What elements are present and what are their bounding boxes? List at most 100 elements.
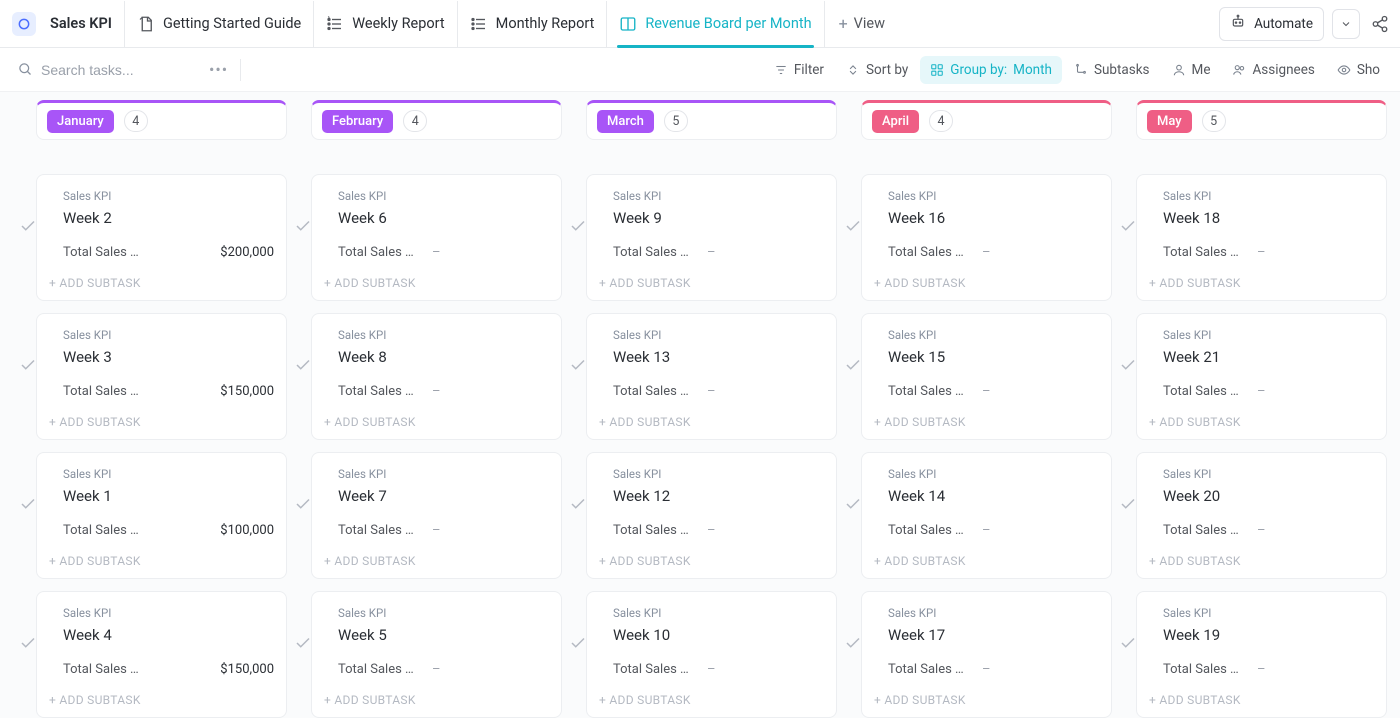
tab-monthly-report[interactable]: Monthly Report bbox=[458, 1, 608, 47]
cards-list: Sales KPIWeek 2Total Sales …$200,000+ AD… bbox=[36, 174, 287, 718]
add-subtask-button[interactable]: + ADD SUBTASK bbox=[874, 270, 1099, 290]
task-card[interactable]: Sales KPIWeek 21Total Sales …–+ ADD SUBT… bbox=[1136, 313, 1387, 440]
me-button[interactable]: Me bbox=[1162, 56, 1221, 84]
month-pill[interactable]: April bbox=[872, 110, 919, 133]
cards-list: Sales KPIWeek 9Total Sales …–+ ADD SUBTA… bbox=[586, 174, 837, 718]
automate-button[interactable]: Automate bbox=[1219, 7, 1324, 41]
check-icon[interactable] bbox=[569, 217, 587, 239]
task-card[interactable]: Sales KPIWeek 20Total Sales …–+ ADD SUBT… bbox=[1136, 452, 1387, 579]
add-subtask-button[interactable]: + ADD SUBTASK bbox=[1149, 687, 1374, 707]
top-tabs-bar: Sales KPI Getting Started Guide Weekly R… bbox=[0, 0, 1400, 48]
task-card[interactable]: Sales KPIWeek 5Total Sales …–+ ADD SUBTA… bbox=[311, 591, 562, 718]
groupby-button[interactable]: Group by: Month bbox=[920, 56, 1062, 84]
add-subtask-button[interactable]: + ADD SUBTASK bbox=[874, 548, 1099, 568]
task-card[interactable]: Sales KPIWeek 12Total Sales …–+ ADD SUBT… bbox=[586, 452, 837, 579]
card-title: Week 10 bbox=[599, 626, 824, 644]
tab-getting-started[interactable]: Getting Started Guide bbox=[125, 1, 314, 47]
task-card[interactable]: Sales KPIWeek 2Total Sales …$200,000+ AD… bbox=[36, 174, 287, 301]
card-title: Week 13 bbox=[599, 348, 824, 366]
card-breadcrumb: Sales KPI bbox=[599, 189, 824, 203]
add-subtask-button[interactable]: + ADD SUBTASK bbox=[599, 687, 824, 707]
add-subtask-button[interactable]: + ADD SUBTASK bbox=[49, 270, 274, 290]
column-header[interactable]: January4 bbox=[36, 100, 287, 140]
share-button[interactable] bbox=[1368, 12, 1392, 36]
check-icon[interactable] bbox=[569, 634, 587, 656]
add-subtask-button[interactable]: + ADD SUBTASK bbox=[874, 687, 1099, 707]
add-view-button[interactable]: + View bbox=[825, 1, 899, 47]
add-subtask-button[interactable]: + ADD SUBTASK bbox=[324, 409, 549, 429]
add-subtask-button[interactable]: + ADD SUBTASK bbox=[324, 270, 549, 290]
month-pill[interactable]: May bbox=[1147, 110, 1192, 133]
check-icon[interactable] bbox=[844, 217, 862, 239]
task-card[interactable]: Sales KPIWeek 16Total Sales …–+ ADD SUBT… bbox=[861, 174, 1112, 301]
month-pill[interactable]: January bbox=[47, 110, 114, 133]
app-title-tab[interactable]: Sales KPI bbox=[12, 1, 125, 47]
check-icon[interactable] bbox=[844, 495, 862, 517]
check-icon[interactable] bbox=[294, 356, 312, 378]
task-card[interactable]: Sales KPIWeek 8Total Sales …–+ ADD SUBTA… bbox=[311, 313, 562, 440]
add-subtask-button[interactable]: + ADD SUBTASK bbox=[324, 548, 549, 568]
add-subtask-button[interactable]: + ADD SUBTASK bbox=[599, 270, 824, 290]
card-breadcrumb: Sales KPI bbox=[599, 467, 824, 481]
check-icon[interactable] bbox=[19, 495, 37, 517]
task-card[interactable]: Sales KPIWeek 3Total Sales …$150,000+ AD… bbox=[36, 313, 287, 440]
automate-dropdown[interactable] bbox=[1332, 9, 1360, 39]
tab-weekly-report[interactable]: Weekly Report bbox=[314, 1, 457, 47]
assignees-button[interactable]: Assignees bbox=[1222, 56, 1324, 84]
add-subtask-button[interactable]: + ADD SUBTASK bbox=[324, 687, 549, 707]
card-breadcrumb: Sales KPI bbox=[324, 467, 549, 481]
month-pill[interactable]: February bbox=[322, 110, 393, 133]
check-icon[interactable] bbox=[19, 634, 37, 656]
check-icon[interactable] bbox=[1119, 356, 1137, 378]
add-subtask-button[interactable]: + ADD SUBTASK bbox=[49, 409, 274, 429]
task-card[interactable]: Sales KPIWeek 1Total Sales …$100,000+ AD… bbox=[36, 452, 287, 579]
task-card[interactable]: Sales KPIWeek 9Total Sales …–+ ADD SUBTA… bbox=[586, 174, 837, 301]
field-label: Total Sales … bbox=[613, 384, 691, 399]
month-pill[interactable]: March bbox=[597, 110, 654, 133]
add-subtask-button[interactable]: + ADD SUBTASK bbox=[1149, 270, 1374, 290]
check-icon[interactable] bbox=[569, 356, 587, 378]
column-header[interactable]: March5 bbox=[586, 100, 837, 140]
task-card[interactable]: Sales KPIWeek 7Total Sales …–+ ADD SUBTA… bbox=[311, 452, 562, 579]
add-subtask-button[interactable]: + ADD SUBTASK bbox=[49, 548, 274, 568]
column-header[interactable]: May5 bbox=[1136, 100, 1387, 140]
check-icon[interactable] bbox=[844, 634, 862, 656]
more-options-button[interactable]: ••• bbox=[209, 60, 228, 79]
check-icon[interactable] bbox=[1119, 634, 1137, 656]
check-icon[interactable] bbox=[294, 495, 312, 517]
check-icon[interactable] bbox=[294, 217, 312, 239]
check-icon[interactable] bbox=[19, 217, 37, 239]
card-field: Total Sales …– bbox=[599, 384, 824, 399]
task-card[interactable]: Sales KPIWeek 10Total Sales …–+ ADD SUBT… bbox=[586, 591, 837, 718]
add-subtask-button[interactable]: + ADD SUBTASK bbox=[1149, 409, 1374, 429]
task-card[interactable]: Sales KPIWeek 13Total Sales …–+ ADD SUBT… bbox=[586, 313, 837, 440]
check-icon[interactable] bbox=[1119, 217, 1137, 239]
task-card[interactable]: Sales KPIWeek 19Total Sales …–+ ADD SUBT… bbox=[1136, 591, 1387, 718]
check-icon[interactable] bbox=[294, 634, 312, 656]
tab-revenue-board[interactable]: Revenue Board per Month bbox=[607, 1, 824, 47]
add-subtask-button[interactable]: + ADD SUBTASK bbox=[599, 409, 824, 429]
task-card[interactable]: Sales KPIWeek 17Total Sales …–+ ADD SUBT… bbox=[861, 591, 1112, 718]
task-card[interactable]: Sales KPIWeek 15Total Sales …–+ ADD SUBT… bbox=[861, 313, 1112, 440]
column-header[interactable]: February4 bbox=[311, 100, 562, 140]
add-subtask-button[interactable]: + ADD SUBTASK bbox=[874, 409, 1099, 429]
add-subtask-button[interactable]: + ADD SUBTASK bbox=[49, 687, 274, 707]
show-button[interactable]: Sho bbox=[1327, 56, 1390, 84]
check-icon[interactable] bbox=[19, 356, 37, 378]
check-icon[interactable] bbox=[844, 356, 862, 378]
doc-icon bbox=[137, 15, 155, 33]
add-subtask-button[interactable]: + ADD SUBTASK bbox=[1149, 548, 1374, 568]
task-card[interactable]: Sales KPIWeek 4Total Sales …$150,000+ AD… bbox=[36, 591, 287, 718]
subtasks-button[interactable]: Subtasks bbox=[1064, 56, 1160, 84]
sortby-button[interactable]: Sort by bbox=[836, 56, 918, 84]
check-icon[interactable] bbox=[569, 495, 587, 517]
add-subtask-button[interactable]: + ADD SUBTASK bbox=[599, 548, 824, 568]
task-card[interactable]: Sales KPIWeek 14Total Sales …–+ ADD SUBT… bbox=[861, 452, 1112, 579]
task-card[interactable]: Sales KPIWeek 18Total Sales …–+ ADD SUBT… bbox=[1136, 174, 1387, 301]
check-icon[interactable] bbox=[1119, 495, 1137, 517]
task-card[interactable]: Sales KPIWeek 6Total Sales …–+ ADD SUBTA… bbox=[311, 174, 562, 301]
filter-button[interactable]: Filter bbox=[764, 56, 834, 84]
search-input[interactable] bbox=[41, 62, 191, 78]
column-header[interactable]: April4 bbox=[861, 100, 1112, 140]
card-field: Total Sales …– bbox=[599, 662, 824, 677]
